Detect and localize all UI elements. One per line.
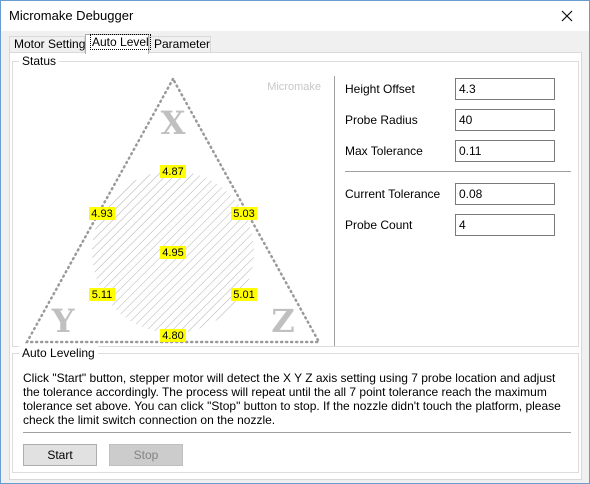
- probe-upper-right-value: 5.03: [233, 208, 254, 220]
- start-button[interactable]: Start: [23, 444, 97, 466]
- probe-count-label: Probe Count: [345, 218, 413, 232]
- status-legend: Status: [19, 54, 60, 68]
- axis-y-label: Y: [51, 302, 76, 340]
- probe-radius-label: Probe Radius: [345, 113, 418, 127]
- probe-bottom-value: 4.80: [162, 330, 183, 342]
- auto-leveling-legend: Auto Leveling: [19, 346, 98, 360]
- probe-lower-left-value: 5.11: [92, 289, 113, 301]
- brand-watermark: Micromake: [267, 81, 321, 93]
- probe-diagram: X Y Z Micromake 4.87 4.93 5.03 4.95 5.11…: [24, 76, 322, 344]
- tab-parameter[interactable]: Parameter: [149, 36, 211, 53]
- auto-leveling-description: Click "Start" button, stepper motor will…: [23, 371, 561, 427]
- close-button[interactable]: [545, 1, 589, 31]
- probe-lower-left: 5.11: [89, 288, 115, 301]
- tab-label: Motor Setting: [14, 37, 86, 51]
- status-group: Status X Y Z Micromake 4.87 4.93 5.03 4.…: [12, 54, 579, 347]
- probe-top: 4.87: [160, 165, 186, 178]
- tab-auto-level[interactable]: Auto Level: [85, 34, 151, 54]
- probe-lower-right-value: 5.01: [233, 289, 254, 301]
- probe-center: 4.95: [160, 246, 186, 259]
- probe-count-input[interactable]: [455, 214, 555, 236]
- probe-upper-left: 4.93: [89, 207, 115, 220]
- axis-x-label: X: [161, 104, 186, 142]
- tab-motor-setting[interactable]: Motor Setting: [9, 36, 85, 53]
- tab-label: Parameter: [154, 37, 211, 51]
- tab-strip: Motor Setting Auto Level Parameter: [9, 34, 581, 54]
- app-window: Micromake Debugger Motor Setting Auto Le…: [0, 0, 590, 484]
- fields-separator: [345, 171, 571, 172]
- auto-level-panel: Status X Y Z Micromake 4.87 4.93 5.03 4.…: [9, 52, 582, 480]
- probe-lower-right: 5.01: [231, 288, 257, 301]
- probe-upper-left-value: 4.93: [91, 208, 112, 220]
- probe-upper-right: 5.03: [231, 207, 257, 220]
- probe-radius-input[interactable]: [455, 109, 555, 131]
- auto-leveling-separator: [23, 432, 571, 433]
- probe-bottom: 4.80: [160, 329, 186, 342]
- tab-label: Auto Level: [90, 34, 151, 50]
- window-title: Micromake Debugger: [9, 8, 134, 23]
- current-tolerance-input[interactable]: [455, 183, 555, 205]
- title-bar: Micromake Debugger: [1, 1, 589, 31]
- axis-z-label: Z: [271, 302, 294, 340]
- probe-center-value: 4.95: [162, 247, 183, 259]
- auto-leveling-group: Auto Leveling Click "Start" button, step…: [12, 346, 579, 473]
- vertical-separator: [334, 76, 335, 346]
- height-offset-label: Height Offset: [345, 82, 415, 96]
- max-tolerance-input[interactable]: [455, 140, 555, 162]
- max-tolerance-label: Max Tolerance: [345, 144, 423, 158]
- current-tolerance-label: Current Tolerance: [345, 187, 441, 201]
- close-icon: [561, 10, 573, 22]
- stop-button[interactable]: Stop: [109, 444, 183, 466]
- height-offset-input[interactable]: [455, 78, 555, 100]
- probe-top-value: 4.87: [162, 166, 183, 178]
